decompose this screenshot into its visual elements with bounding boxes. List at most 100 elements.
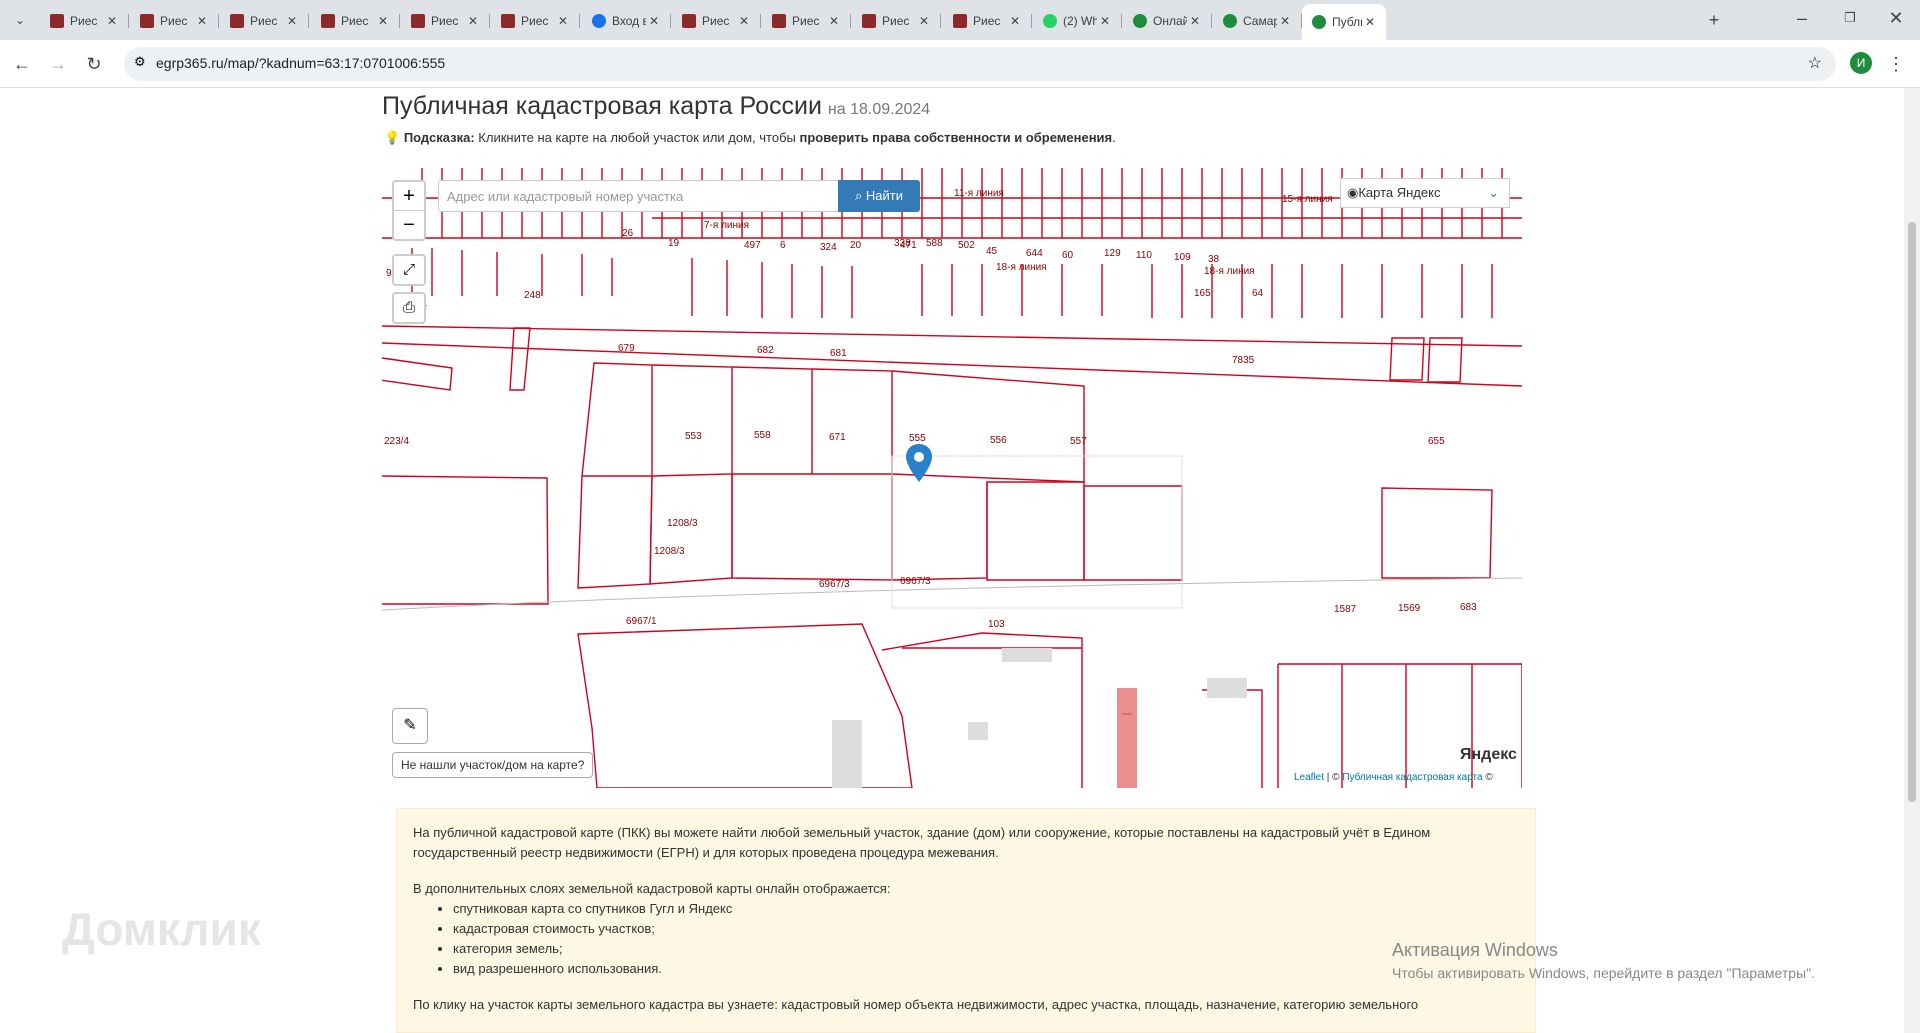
parcel-label[interactable]: 15-я линия — [1282, 194, 1333, 205]
tab[interactable]: Риес ✕ — [311, 6, 400, 36]
parcel-label[interactable]: 109 — [1174, 252, 1191, 263]
tab[interactable]: Риес ✕ — [762, 6, 851, 36]
zoom-out-button[interactable]: − — [394, 210, 424, 239]
parcel-label[interactable]: 248 — [524, 290, 541, 301]
parcel-label[interactable]: 682 — [757, 345, 774, 356]
location-marker-icon[interactable] — [906, 444, 932, 482]
parcel-label[interactable]: 1208/3 — [667, 518, 698, 529]
parcel-label[interactable]: 45 — [986, 246, 997, 257]
close-tab-icon[interactable]: ✕ — [465, 14, 481, 28]
parcel-label[interactable]: 681 — [830, 348, 847, 359]
bookmark-star-icon[interactable]: ☆ — [1808, 53, 1822, 73]
pkk-link[interactable]: Публичная кадастровая карта — [1342, 772, 1482, 783]
parcel-label[interactable]: 502 — [958, 240, 975, 251]
parcel-label[interactable]: 103 — [988, 619, 1005, 630]
parcel-label[interactable]: 588 — [926, 238, 943, 249]
fullscreen-icon[interactable]: ⤢ — [392, 254, 426, 286]
parcel-label[interactable]: 557 — [1070, 436, 1087, 447]
menu-icon[interactable]: ⋮ — [1884, 52, 1908, 76]
reload-icon[interactable]: ↻ — [82, 52, 106, 76]
close-tab-icon[interactable]: ✕ — [555, 14, 571, 28]
ruler-icon[interactable]: ✎ — [392, 708, 428, 744]
tab[interactable]: Риес ✕ — [491, 6, 580, 36]
tab[interactable]: Риес ✕ — [220, 6, 309, 36]
parcel-label[interactable]: 19 — [668, 238, 679, 249]
close-tab-icon[interactable]: ✕ — [1362, 15, 1378, 29]
parcel-label[interactable]: 223/4 — [384, 436, 409, 447]
close-tab-icon[interactable]: ✕ — [916, 14, 932, 28]
close-tab-icon[interactable]: ✕ — [194, 14, 210, 28]
close-tab-icon[interactable]: ✕ — [646, 14, 662, 28]
tab[interactable]: Риес ✕ — [40, 6, 129, 36]
close-tab-icon[interactable]: ✕ — [284, 14, 300, 28]
tab[interactable]: Вход в ✕ — [582, 6, 671, 36]
parcel-label[interactable]: 11-я линия — [954, 188, 1004, 199]
tab[interactable]: (2) Wh ✕ — [1033, 6, 1122, 36]
site-info-icon[interactable]: ⚙ — [134, 54, 146, 70]
parcel-label[interactable]: 679 — [618, 343, 635, 354]
close-window-icon[interactable]: ✕ — [1884, 6, 1908, 30]
parcel-label[interactable]: 324 — [820, 242, 837, 253]
parcel-label[interactable]: 6 — [780, 240, 786, 251]
parcel-label[interactable]: 20 — [850, 240, 861, 251]
close-tab-icon[interactable]: ✕ — [1277, 14, 1293, 28]
layer-select[interactable]: ◉Карта Яндекс ⌄ — [1340, 178, 1510, 208]
parcel-label[interactable]: 7-я линия — [704, 220, 749, 231]
close-tab-icon[interactable]: ✕ — [1187, 14, 1203, 28]
parcel-label[interactable]: 553 — [685, 431, 702, 442]
not-found-button[interactable]: Не нашли участок/дом на карте? — [392, 752, 594, 778]
restore-icon[interactable]: ❐ — [1838, 6, 1862, 30]
print-icon[interactable]: ⎙ — [392, 292, 426, 324]
tab-search-icon[interactable]: ⌄ — [8, 8, 32, 32]
tab[interactable]: Риес ✕ — [943, 6, 1032, 36]
parcel-label[interactable]: 1569 — [1398, 603, 1420, 614]
parcel-label[interactable]: 644 — [1026, 248, 1043, 259]
parcel-label[interactable]: 110 — [1136, 250, 1152, 261]
parcel-label[interactable]: 7835 — [1232, 355, 1254, 366]
parcel-label[interactable]: 1587 — [1334, 604, 1356, 615]
parcel-label[interactable]: 26 — [622, 228, 633, 239]
parcel-label[interactable]: 165 — [1194, 288, 1211, 299]
tab[interactable]: Риес ✕ — [130, 6, 219, 36]
forward-icon[interactable]: → — [46, 52, 70, 76]
parcel-label[interactable]: 1208/3 — [654, 546, 685, 557]
parcel-label[interactable]: 497 — [744, 240, 761, 251]
close-tab-icon[interactable]: ✕ — [826, 14, 842, 28]
parcel-label[interactable]: 64 — [1252, 288, 1263, 299]
page-scrollbar[interactable] — [1904, 88, 1920, 1033]
parcel-label[interactable]: 556 — [990, 435, 1007, 446]
map-search-input[interactable]: Адрес или кадастровый номер участка — [438, 180, 846, 212]
parcel-label[interactable]: 683 — [1460, 602, 1477, 613]
parcel-label[interactable]: 6967/3 — [819, 579, 850, 590]
parcel-label[interactable]: 18-я линия — [996, 262, 1047, 273]
tab[interactable]: Риес ✕ — [672, 6, 761, 36]
parcel-label[interactable]: 129 — [1104, 248, 1121, 259]
find-button[interactable]: ⌕ Найти — [838, 180, 920, 212]
address-bar[interactable]: ⚙ egrp365.ru/map/?kadnum=63:17:0701006:5… — [124, 47, 1836, 81]
parcel-label[interactable]: 558 — [754, 430, 771, 441]
new-tab-button[interactable]: + — [1702, 8, 1726, 32]
tab[interactable]: Самар ✕ — [1213, 6, 1302, 36]
parcel-label[interactable]: 471 — [900, 240, 917, 251]
zoom-in-button[interactable]: + — [394, 182, 424, 210]
parcel-label[interactable]: 555 — [909, 433, 926, 444]
tab[interactable]: Риес ✕ — [401, 6, 490, 36]
cadastral-map[interactable]: 679 682 681 7835 553 558 671 555 556 557 655 223/4 1… — [382, 168, 1522, 788]
tab[interactable]: Риес ✕ — [852, 6, 941, 36]
tab[interactable]: Онлай ✕ — [1123, 6, 1212, 36]
parcel-label[interactable]: 60 — [1062, 250, 1073, 261]
close-tab-icon[interactable]: ✕ — [736, 14, 752, 28]
parcel-label[interactable]: 6967/3 — [900, 576, 931, 587]
profile-avatar[interactable]: И — [1850, 52, 1872, 74]
back-icon[interactable]: ← — [10, 52, 34, 76]
minimize-icon[interactable]: – — [1790, 6, 1814, 30]
parcel-label[interactable]: 655 — [1428, 436, 1445, 447]
parcel-label[interactable]: 6967/1 — [626, 616, 657, 627]
close-tab-icon[interactable]: ✕ — [104, 14, 120, 28]
leaflet-link[interactable]: Leaflet — [1294, 772, 1324, 783]
parcel-label[interactable]: 18-я линия — [1204, 266, 1255, 277]
scrollbar-thumb[interactable] — [1908, 222, 1916, 802]
parcel-label[interactable]: 671 — [829, 432, 846, 443]
parcel-label[interactable]: 38 — [1208, 254, 1219, 265]
close-tab-icon[interactable]: ✕ — [1097, 14, 1113, 28]
